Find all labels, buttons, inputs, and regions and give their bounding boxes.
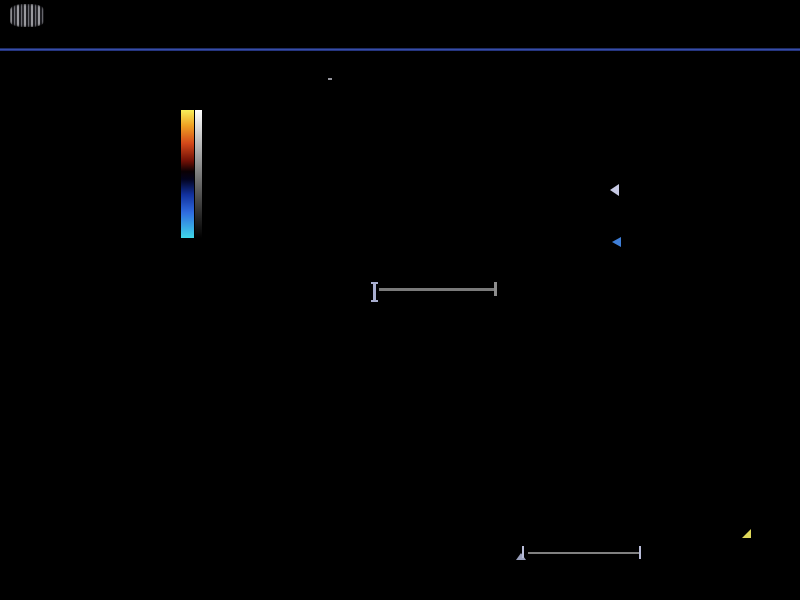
mindray-logo (8, 3, 52, 37)
header-divider (0, 48, 800, 51)
grayscale-bar-icon (195, 110, 202, 238)
frame-scrollbar-end (494, 282, 497, 296)
probe-orientation-mark-icon (371, 282, 378, 302)
focus-marker-icon (610, 184, 619, 196)
sweep-scrollbar-marker-bar (522, 546, 524, 558)
bmode-ultrasound-image (363, 57, 598, 297)
ultrasound-screen (0, 0, 800, 600)
sweep-scrollbar-line (528, 552, 639, 554)
color-roi-depth-marker-icon (612, 237, 621, 247)
frame-scrollbar-line (379, 288, 495, 291)
orientation-marker (328, 78, 332, 80)
sweep-scrollbar-marker-icon (516, 553, 526, 560)
color-doppler-bar-icon (181, 110, 194, 238)
mindray-logo-icon (10, 4, 44, 27)
sweep-scrollbar-end (639, 546, 641, 559)
sweep-position-marker-icon (742, 529, 751, 538)
pw-spectral-waveform (160, 300, 756, 546)
